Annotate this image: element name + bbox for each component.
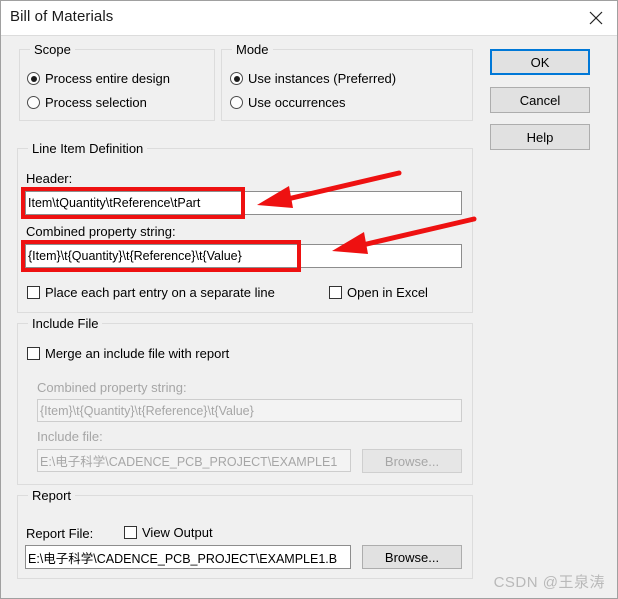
cancel-button[interactable]: Cancel (490, 87, 590, 113)
combined-property-string-label: Combined property string: (26, 224, 176, 239)
radio-indicator (27, 72, 40, 85)
help-button[interactable]: Help (490, 124, 590, 150)
radio-process-entire-design[interactable]: Process entire design (27, 71, 170, 86)
include-combined-property-string-input[interactable] (37, 399, 462, 422)
radio-label: Use instances (Preferred) (248, 71, 397, 86)
checkbox-separate-line[interactable]: Place each part entry on a separate line (27, 285, 275, 300)
checkbox-open-in-excel[interactable]: Open in Excel (329, 285, 428, 300)
radio-indicator (230, 72, 243, 85)
header-label: Header: (26, 171, 73, 186)
radio-process-selection[interactable]: Process selection (27, 95, 147, 110)
radio-label: Process selection (45, 95, 147, 110)
radio-indicator (27, 96, 40, 109)
checkbox-label: View Output (142, 525, 213, 540)
title-bar: Bill of Materials (1, 1, 617, 36)
mode-group-label: Mode (232, 42, 273, 57)
bill-of-materials-dialog: Bill of Materials Scope Process entire d… (0, 0, 618, 599)
page-title: Bill of Materials (10, 8, 114, 25)
header-input[interactable] (25, 191, 462, 215)
radio-label: Process entire design (45, 71, 171, 86)
report-browse-button[interactable]: Browse... (362, 545, 462, 569)
include-file-path-input[interactable] (37, 449, 351, 472)
radio-label: Use occurrences (248, 95, 346, 110)
report-file-label: Report File: (26, 526, 94, 541)
ok-button[interactable]: OK (490, 49, 590, 75)
line-item-definition-label: Line Item Definition (28, 141, 148, 156)
radio-use-occurrences[interactable]: Use occurrences (230, 95, 346, 110)
checkbox-label: Place each part entry on a separate line (45, 285, 275, 300)
checkbox-indicator (27, 347, 40, 360)
checkbox-indicator (124, 526, 137, 539)
checkbox-indicator (27, 286, 40, 299)
checkbox-label: Merge an include file with report (45, 346, 230, 361)
checkbox-merge-include-file[interactable]: Merge an include file with report (27, 346, 229, 361)
scope-group-label: Scope (30, 42, 75, 57)
include-file-label: Include File (28, 316, 103, 331)
include-combined-property-string-label: Combined property string: (37, 380, 187, 395)
radio-indicator (230, 96, 243, 109)
checkbox-label: Open in Excel (347, 285, 428, 300)
combined-property-string-input[interactable] (25, 244, 462, 268)
checkbox-view-output[interactable]: View Output (124, 525, 213, 540)
watermark: CSDN @王泉涛 (493, 574, 605, 591)
report-group-label: Report (28, 488, 76, 503)
report-file-input[interactable] (25, 545, 351, 569)
include-file-path-label: Include file: (37, 429, 103, 444)
checkbox-indicator (329, 286, 342, 299)
close-icon[interactable] (573, 1, 617, 34)
radio-use-instances[interactable]: Use instances (Preferred) (230, 71, 396, 86)
include-browse-button[interactable]: Browse... (362, 449, 462, 473)
